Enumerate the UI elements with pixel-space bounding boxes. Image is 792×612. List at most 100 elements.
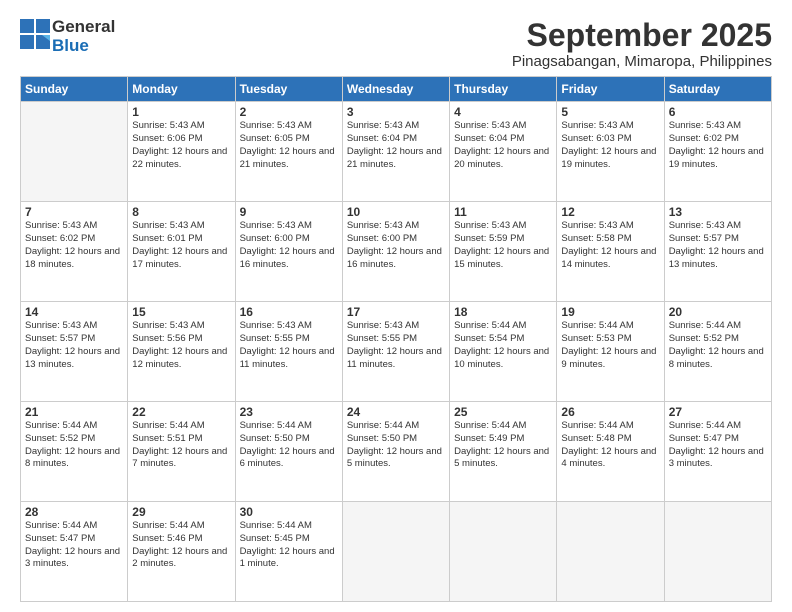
calendar-week-1: 1Sunrise: 5:43 AMSunset: 6:06 PMDaylight… [21,102,772,202]
day-number: 12 [561,205,659,219]
calendar-cell [21,102,128,202]
day-info: Sunrise: 5:44 AMSunset: 5:52 PMDaylight:… [25,420,123,471]
calendar-cell: 21Sunrise: 5:44 AMSunset: 5:52 PMDayligh… [21,402,128,502]
day-number: 25 [454,405,552,419]
day-info: Sunrise: 5:43 AMSunset: 6:01 PMDaylight:… [132,220,230,271]
calendar-cell [557,502,664,602]
day-info: Sunrise: 5:43 AMSunset: 6:02 PMDaylight:… [25,220,123,271]
logo-text: General Blue [52,18,115,55]
calendar-cell [342,502,449,602]
day-number: 11 [454,205,552,219]
page-subtitle: Pinagsabangan, Mimaropa, Philippines [512,53,772,70]
day-info: Sunrise: 5:43 AMSunset: 5:57 PMDaylight:… [669,220,767,271]
calendar-cell: 26Sunrise: 5:44 AMSunset: 5:48 PMDayligh… [557,402,664,502]
day-info: Sunrise: 5:43 AMSunset: 5:55 PMDaylight:… [347,320,445,371]
calendar-header-row: SundayMondayTuesdayWednesdayThursdayFrid… [21,77,772,102]
day-number: 15 [132,305,230,319]
logo-icon [20,19,52,55]
calendar-cell: 9Sunrise: 5:43 AMSunset: 6:00 PMDaylight… [235,202,342,302]
calendar-cell: 27Sunrise: 5:44 AMSunset: 5:47 PMDayligh… [664,402,771,502]
column-header-saturday: Saturday [664,77,771,102]
day-info: Sunrise: 5:43 AMSunset: 5:59 PMDaylight:… [454,220,552,271]
day-number: 6 [669,105,767,119]
day-info: Sunrise: 5:44 AMSunset: 5:46 PMDaylight:… [132,520,230,571]
page-title: September 2025 [512,18,772,53]
day-number: 17 [347,305,445,319]
day-number: 30 [240,505,338,519]
calendar-cell: 1Sunrise: 5:43 AMSunset: 6:06 PMDaylight… [128,102,235,202]
calendar-table: SundayMondayTuesdayWednesdayThursdayFrid… [20,76,772,602]
day-info: Sunrise: 5:44 AMSunset: 5:51 PMDaylight:… [132,420,230,471]
day-info: Sunrise: 5:44 AMSunset: 5:47 PMDaylight:… [25,520,123,571]
calendar-cell: 16Sunrise: 5:43 AMSunset: 5:55 PMDayligh… [235,302,342,402]
calendar-cell [450,502,557,602]
day-number: 8 [132,205,230,219]
calendar-cell: 18Sunrise: 5:44 AMSunset: 5:54 PMDayligh… [450,302,557,402]
calendar-cell: 29Sunrise: 5:44 AMSunset: 5:46 PMDayligh… [128,502,235,602]
day-number: 9 [240,205,338,219]
day-number: 3 [347,105,445,119]
day-number: 13 [669,205,767,219]
day-info: Sunrise: 5:43 AMSunset: 6:04 PMDaylight:… [454,120,552,171]
calendar-cell [664,502,771,602]
calendar-cell: 19Sunrise: 5:44 AMSunset: 5:53 PMDayligh… [557,302,664,402]
day-number: 20 [669,305,767,319]
day-info: Sunrise: 5:44 AMSunset: 5:49 PMDaylight:… [454,420,552,471]
calendar-week-2: 7Sunrise: 5:43 AMSunset: 6:02 PMDaylight… [21,202,772,302]
day-info: Sunrise: 5:44 AMSunset: 5:54 PMDaylight:… [454,320,552,371]
page: General Blue September 2025 Pinagsabanga… [0,0,792,612]
calendar-cell: 6Sunrise: 5:43 AMSunset: 6:02 PMDaylight… [664,102,771,202]
day-number: 29 [132,505,230,519]
calendar-cell: 22Sunrise: 5:44 AMSunset: 5:51 PMDayligh… [128,402,235,502]
day-info: Sunrise: 5:43 AMSunset: 6:04 PMDaylight:… [347,120,445,171]
day-number: 21 [25,405,123,419]
day-info: Sunrise: 5:43 AMSunset: 6:03 PMDaylight:… [561,120,659,171]
calendar-cell: 12Sunrise: 5:43 AMSunset: 5:58 PMDayligh… [557,202,664,302]
logo-general: General [52,18,115,37]
column-header-tuesday: Tuesday [235,77,342,102]
column-header-friday: Friday [557,77,664,102]
day-info: Sunrise: 5:43 AMSunset: 5:56 PMDaylight:… [132,320,230,371]
calendar-cell: 23Sunrise: 5:44 AMSunset: 5:50 PMDayligh… [235,402,342,502]
day-number: 16 [240,305,338,319]
column-header-wednesday: Wednesday [342,77,449,102]
day-info: Sunrise: 5:44 AMSunset: 5:48 PMDaylight:… [561,420,659,471]
title-block: September 2025 Pinagsabangan, Mimaropa, … [512,18,772,70]
day-number: 1 [132,105,230,119]
day-number: 10 [347,205,445,219]
calendar-cell: 17Sunrise: 5:43 AMSunset: 5:55 PMDayligh… [342,302,449,402]
day-info: Sunrise: 5:43 AMSunset: 6:00 PMDaylight:… [347,220,445,271]
calendar-cell: 3Sunrise: 5:43 AMSunset: 6:04 PMDaylight… [342,102,449,202]
calendar-cell: 20Sunrise: 5:44 AMSunset: 5:52 PMDayligh… [664,302,771,402]
column-header-sunday: Sunday [21,77,128,102]
header: General Blue September 2025 Pinagsabanga… [20,18,772,70]
day-number: 4 [454,105,552,119]
day-info: Sunrise: 5:43 AMSunset: 5:58 PMDaylight:… [561,220,659,271]
day-number: 24 [347,405,445,419]
calendar-cell: 10Sunrise: 5:43 AMSunset: 6:00 PMDayligh… [342,202,449,302]
day-info: Sunrise: 5:44 AMSunset: 5:52 PMDaylight:… [669,320,767,371]
calendar-week-5: 28Sunrise: 5:44 AMSunset: 5:47 PMDayligh… [21,502,772,602]
calendar-cell: 5Sunrise: 5:43 AMSunset: 6:03 PMDaylight… [557,102,664,202]
day-info: Sunrise: 5:43 AMSunset: 5:55 PMDaylight:… [240,320,338,371]
day-info: Sunrise: 5:44 AMSunset: 5:50 PMDaylight:… [240,420,338,471]
calendar-cell: 28Sunrise: 5:44 AMSunset: 5:47 PMDayligh… [21,502,128,602]
calendar-cell: 15Sunrise: 5:43 AMSunset: 5:56 PMDayligh… [128,302,235,402]
day-number: 26 [561,405,659,419]
column-header-monday: Monday [128,77,235,102]
calendar-week-3: 14Sunrise: 5:43 AMSunset: 5:57 PMDayligh… [21,302,772,402]
day-info: Sunrise: 5:44 AMSunset: 5:50 PMDaylight:… [347,420,445,471]
day-number: 7 [25,205,123,219]
calendar-cell: 11Sunrise: 5:43 AMSunset: 5:59 PMDayligh… [450,202,557,302]
calendar-cell: 8Sunrise: 5:43 AMSunset: 6:01 PMDaylight… [128,202,235,302]
day-number: 22 [132,405,230,419]
calendar-cell: 24Sunrise: 5:44 AMSunset: 5:50 PMDayligh… [342,402,449,502]
calendar-cell: 13Sunrise: 5:43 AMSunset: 5:57 PMDayligh… [664,202,771,302]
day-info: Sunrise: 5:44 AMSunset: 5:53 PMDaylight:… [561,320,659,371]
day-number: 28 [25,505,123,519]
day-number: 5 [561,105,659,119]
day-info: Sunrise: 5:44 AMSunset: 5:47 PMDaylight:… [669,420,767,471]
day-number: 27 [669,405,767,419]
calendar-cell: 30Sunrise: 5:44 AMSunset: 5:45 PMDayligh… [235,502,342,602]
logo: General Blue [20,18,115,55]
